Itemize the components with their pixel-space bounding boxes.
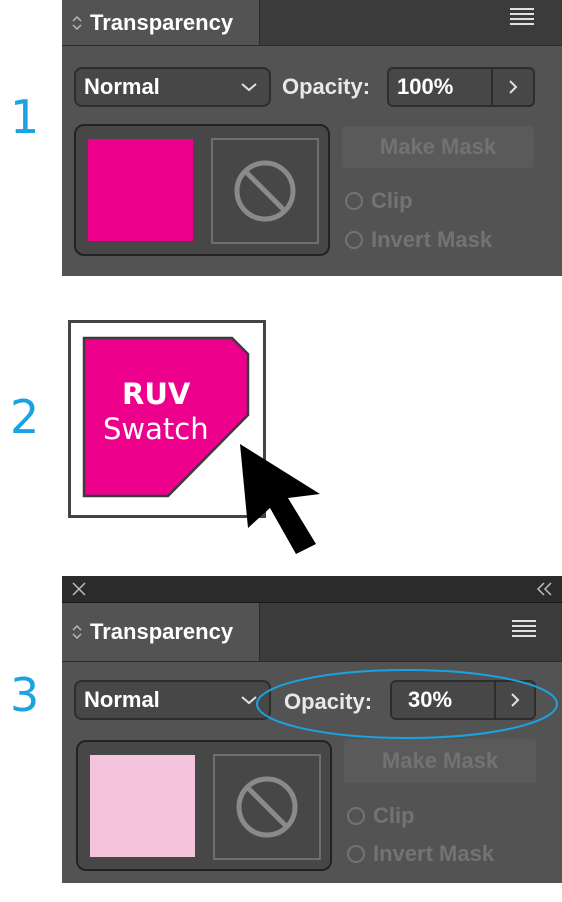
artwork-thumbnail[interactable] bbox=[90, 755, 195, 857]
opacity-value[interactable]: 100% bbox=[389, 69, 493, 105]
clip-radio-icon bbox=[347, 807, 365, 825]
chevron-down-icon bbox=[241, 83, 257, 92]
clip-label: Clip bbox=[373, 803, 415, 828]
step-number-1: 1 bbox=[10, 90, 40, 144]
clip-radio-icon bbox=[345, 192, 363, 210]
blend-mode-value: Normal bbox=[84, 74, 160, 99]
invert-mask-checkbox[interactable]: Invert Mask bbox=[347, 841, 494, 867]
panel-title: Transparency bbox=[90, 619, 234, 644]
sort-arrows-icon bbox=[72, 625, 82, 639]
transparency-tab[interactable]: Transparency bbox=[62, 603, 260, 661]
clip-label: Clip bbox=[371, 188, 413, 213]
thumbnail-group bbox=[76, 740, 332, 871]
make-mask-button[interactable]: Make Mask bbox=[342, 126, 534, 168]
cursor-arrow-icon bbox=[240, 444, 320, 554]
invert-mask-radio-icon bbox=[345, 231, 363, 249]
invert-mask-radio-icon bbox=[347, 845, 365, 863]
thumbnail-group bbox=[74, 124, 330, 256]
artwork-thumbnail[interactable] bbox=[88, 139, 193, 241]
invert-mask-label: Invert Mask bbox=[373, 841, 495, 866]
no-mask-icon bbox=[234, 160, 296, 222]
blend-mode-value: Normal bbox=[84, 687, 160, 712]
panel-title-bar bbox=[62, 576, 562, 603]
transparency-panel-3: Transparency Normal Opacity: 30% Make Ma… bbox=[62, 603, 562, 883]
invert-mask-checkbox[interactable]: Invert Mask bbox=[345, 227, 492, 253]
chevron-right-icon bbox=[509, 80, 518, 94]
transparency-panel-1: Transparency Normal Opacity: 100% Make M… bbox=[62, 0, 562, 276]
panel-menu-icon[interactable] bbox=[510, 7, 534, 27]
invert-mask-label: Invert Mask bbox=[371, 227, 493, 252]
blend-mode-dropdown[interactable]: Normal bbox=[74, 680, 271, 720]
swatch-label-line1: RUV bbox=[122, 377, 191, 411]
step-number-2: 2 bbox=[10, 390, 40, 444]
clip-checkbox[interactable]: Clip bbox=[345, 188, 413, 214]
no-mask-icon bbox=[236, 776, 298, 838]
swatch-label-line2: Swatch bbox=[103, 412, 209, 446]
panel-title: Transparency bbox=[90, 9, 234, 35]
opacity-field[interactable]: 100% bbox=[387, 67, 535, 107]
sort-arrows-icon bbox=[72, 15, 82, 30]
opacity-highlight-ellipse bbox=[256, 669, 558, 739]
collapse-icon[interactable] bbox=[536, 582, 554, 596]
clip-checkbox[interactable]: Clip bbox=[347, 803, 415, 829]
opacity-label: Opacity: bbox=[282, 74, 371, 99]
opacity-slider-button[interactable] bbox=[493, 69, 533, 105]
panel-menu-icon[interactable] bbox=[512, 619, 536, 639]
mask-thumbnail[interactable] bbox=[213, 754, 321, 860]
make-mask-button[interactable]: Make Mask bbox=[344, 739, 536, 783]
close-icon[interactable] bbox=[72, 582, 86, 596]
transparency-tab[interactable]: Transparency bbox=[62, 0, 260, 45]
step-number-3: 3 bbox=[10, 668, 40, 722]
mask-thumbnail[interactable] bbox=[211, 138, 319, 244]
blend-mode-dropdown[interactable]: Normal bbox=[74, 67, 271, 107]
